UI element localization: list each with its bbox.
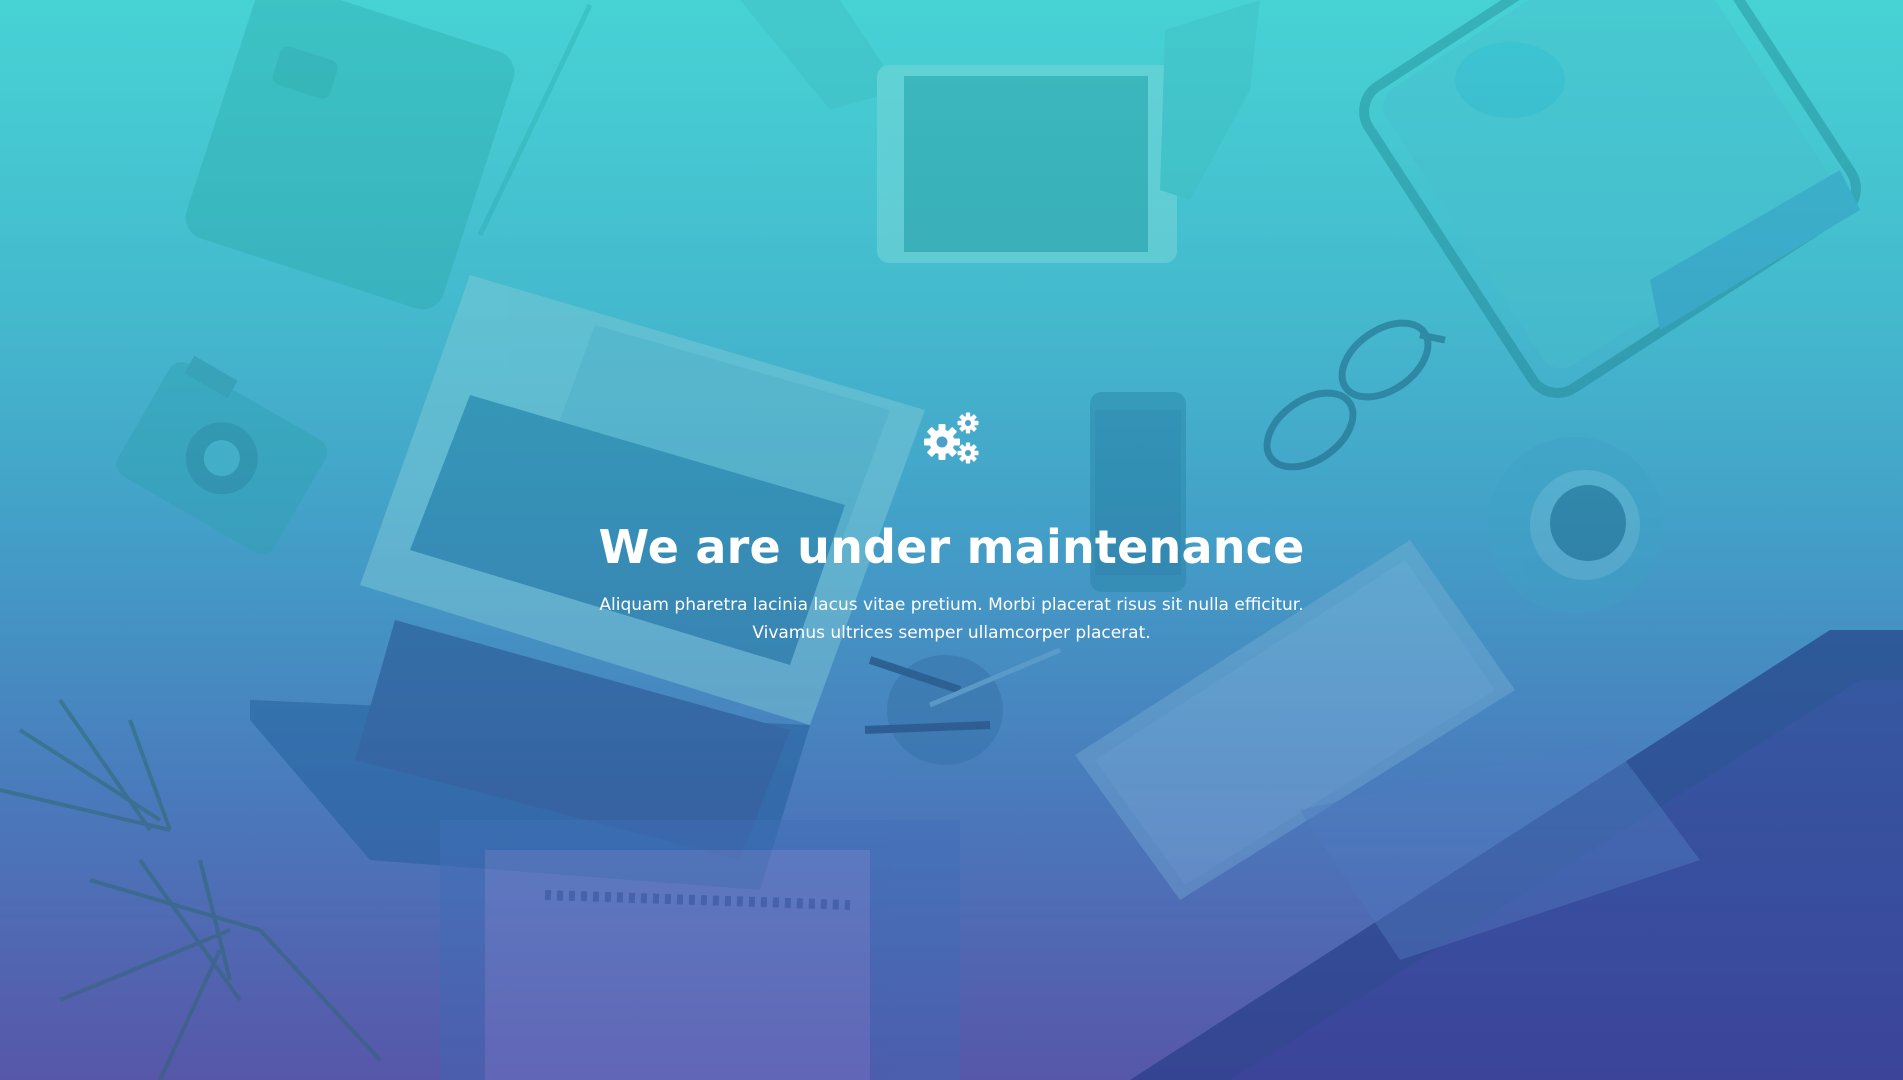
maintenance-description: Aliquam pharetra lacinia lacus vitae pre… <box>592 591 1312 647</box>
description-line-1: Aliquam pharetra lacinia lacus vitae pre… <box>599 595 1304 616</box>
page-title: We are under maintenance <box>598 520 1305 574</box>
maintenance-page: We are under maintenance Aliquam pharetr… <box>0 0 1903 1080</box>
gears-icon <box>923 412 978 464</box>
maintenance-message: We are under maintenance Aliquam pharetr… <box>0 410 1903 647</box>
description-line-2: Vivamus ultrices semper ullamcorper plac… <box>752 623 1151 644</box>
